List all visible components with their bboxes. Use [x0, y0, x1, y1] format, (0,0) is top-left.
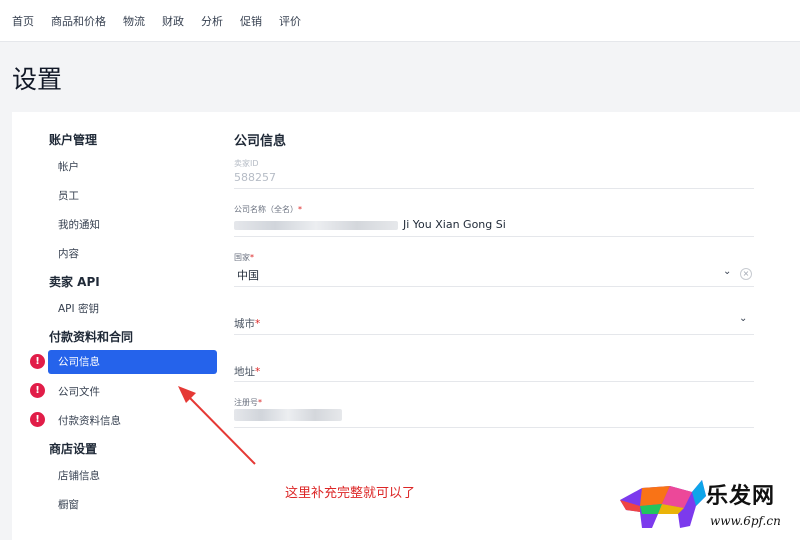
registration-number-field[interactable]: 注册号* — [234, 397, 754, 428]
settings-sidebar: 账户管理 帐户 员工 我的通知 内容 卖家 API API 密钥 付款资料和合同… — [12, 112, 222, 540]
watermark-brand: 乐发网 — [706, 483, 776, 509]
nav-finance[interactable]: 财政 — [162, 13, 184, 29]
blurred-text — [234, 221, 398, 230]
city-select[interactable]: 城市* ⌄ — [234, 302, 754, 335]
address-label: 地址* — [234, 366, 261, 378]
country-value: 中国 — [237, 269, 259, 282]
company-name-field[interactable]: 公司名称（全名）* Ji You Xian Gong Si — [234, 204, 754, 237]
chevron-down-icon[interactable]: ⌄ — [739, 313, 747, 324]
annotation-text: 这里补充完整就可以了 — [285, 486, 416, 501]
chevron-down-icon[interactable]: ⌄ — [723, 266, 731, 277]
watermark-url: www.6pf.cn — [710, 514, 781, 528]
sidebar-section-seller-api: 卖家 API — [49, 275, 100, 289]
sidebar-item-notifications[interactable]: 我的通知 — [58, 217, 100, 232]
registration-number-label: 注册号* — [234, 398, 262, 407]
seller-id-label: 卖家ID — [234, 159, 259, 168]
sidebar-section-store: 商店设置 — [49, 442, 98, 456]
address-field[interactable]: 地址* — [234, 349, 754, 382]
seller-id-field: 卖家ID 588257 — [234, 156, 754, 189]
sidebar-item-content[interactable]: 内容 — [58, 246, 79, 261]
top-navigation: 首页 商品和价格 物流 财政 分析 促销 评价 — [0, 0, 800, 42]
nav-analytics[interactable]: 分析 — [201, 13, 223, 29]
alert-icon: ! — [30, 354, 45, 369]
country-label: 国家* — [234, 253, 254, 262]
nav-promotions[interactable]: 促销 — [240, 13, 262, 29]
sidebar-section-payment: 付款资料和合同 — [49, 330, 134, 344]
city-label: 城市* — [234, 318, 261, 330]
form-title: 公司信息 — [234, 134, 287, 149]
blurred-text — [234, 409, 342, 421]
country-select[interactable]: 国家* 中国 ⌄ × — [234, 252, 754, 287]
site-watermark: 乐发网 www.6pf.cn — [612, 470, 798, 536]
sidebar-item-showcase[interactable]: 橱窗 — [58, 497, 79, 512]
alert-icon: ! — [30, 412, 45, 427]
sidebar-section-account: 账户管理 — [49, 133, 98, 147]
sidebar-item-staff[interactable]: 员工 — [58, 188, 79, 203]
clear-icon[interactable]: × — [740, 268, 752, 280]
nav-reviews[interactable]: 评价 — [279, 13, 301, 29]
nav-logistics[interactable]: 物流 — [123, 13, 145, 29]
sidebar-item-store-info[interactable]: 店铺信息 — [58, 468, 100, 483]
seller-id-value: 588257 — [234, 171, 276, 184]
sidebar-item-api-key[interactable]: API 密钥 — [58, 301, 99, 316]
sidebar-item-company-info[interactable]: 公司信息 — [48, 350, 217, 374]
page-title: 设置 — [12, 65, 63, 94]
sidebar-item-account[interactable]: 帐户 — [58, 159, 79, 174]
company-name-label: 公司名称（全名）* — [234, 205, 302, 214]
alert-icon: ! — [30, 383, 45, 398]
nav-home[interactable]: 首页 — [12, 13, 34, 29]
nav-products-prices[interactable]: 商品和价格 — [51, 13, 106, 29]
sidebar-item-company-documents[interactable]: 公司文件 — [58, 384, 100, 399]
sidebar-item-payment-info[interactable]: 付款资料信息 — [58, 413, 121, 428]
company-name-value: Ji You Xian Gong Si — [403, 218, 506, 231]
